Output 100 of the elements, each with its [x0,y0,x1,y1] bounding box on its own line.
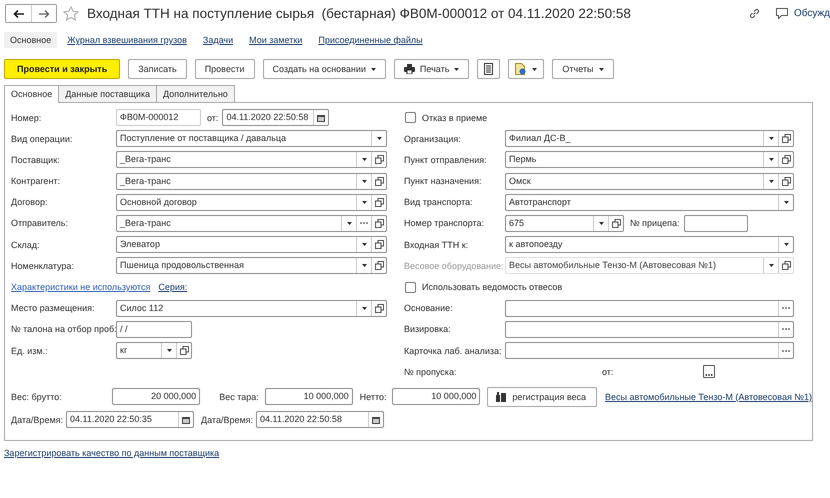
section-link[interactable]: Основное [4,32,58,48]
dropdown-field[interactable]: 675 [505,214,624,232]
open-window-icon[interactable] [374,155,384,164]
caret-icon[interactable] [768,158,774,162]
caret-icon[interactable] [598,222,604,225]
toolbar-button[interactable]: Провести [194,59,255,79]
calendar-icon[interactable] [372,416,380,424]
dropdown-field[interactable]: Пермь [505,151,794,168]
caret-icon[interactable] [362,158,366,162]
date-field[interactable]: 04.11.2020 22:50:58 [222,109,330,126]
caret-icon[interactable] [362,180,366,183]
caret-icon[interactable] [768,137,774,140]
caret-icon[interactable] [362,243,366,246]
caret-icon[interactable] [166,349,172,352]
link[interactable]: Характеристики не используются [11,282,150,292]
input-field[interactable] [684,214,748,232]
field-label: № пропуска: [404,366,458,377]
caret-icon[interactable] [346,222,352,225]
input-field[interactable]: 10 000,000 [392,388,480,406]
tab[interactable]: Основное [4,85,60,103]
checkbox-label: Использовать ведомость отвесов [422,282,562,292]
date-field[interactable]: 04.11.2020 22:50:35 [66,411,194,428]
input-field[interactable] [505,300,794,317]
tab[interactable]: Данные поставщика [58,85,158,102]
checkbox[interactable] [405,282,416,292]
dropdown-field[interactable]: к автопоезду [505,236,794,254]
input-field[interactable]: 20 000,000 [112,388,200,406]
more-icon[interactable] [782,307,790,310]
open-window-icon[interactable] [782,155,790,164]
star-icon[interactable] [63,6,79,21]
list-button[interactable] [477,59,500,79]
caret-icon[interactable] [376,137,382,140]
field-label: Отправитель: [11,218,69,228]
dropdown-field[interactable]: Автотранспорт [505,194,794,211]
open-window-icon[interactable] [374,261,384,270]
input-field[interactable] [505,320,794,338]
input-field[interactable]: 10 000,000 [264,388,353,406]
print-button[interactable]: Печать [394,59,470,79]
caret-icon[interactable] [362,264,366,268]
dropdown-field[interactable]: Основной договор [116,194,387,211]
field-label: Вес тара: [219,392,259,402]
caret-icon[interactable] [784,200,788,204]
section-link[interactable]: Присоединенные файлы [312,32,429,48]
calendar-icon[interactable] [317,114,326,122]
forward-button[interactable] [31,5,56,22]
caret-icon[interactable] [362,200,366,204]
more-icon[interactable] [360,222,368,224]
document-menu-button[interactable] [508,59,544,79]
tab[interactable]: Дополнительно [156,85,235,102]
arrow-left-icon [13,10,24,18]
dropdown-field[interactable]: Элеватор [116,236,387,254]
dropdown-field[interactable]: Филиал ДС-В_ [505,130,794,148]
open-window-icon[interactable] [180,346,188,356]
field-label: Нетто: [360,392,386,402]
dropdown-field[interactable]: кг [116,342,192,360]
link-icon[interactable] [748,8,760,19]
open-window-icon[interactable] [374,218,384,228]
dropdown-field[interactable]: _Вега-транс [116,214,387,232]
open-window-icon[interactable] [782,176,790,186]
open-window-icon[interactable] [374,240,384,250]
field-label: от: [602,366,614,377]
dropdown-field[interactable]: Омск [505,172,794,190]
select-icon[interactable] [703,365,716,378]
link[interactable]: Серия: [158,282,188,292]
input-field[interactable]: ФВ0М-000012 [116,109,201,126]
open-window-icon[interactable] [374,176,384,186]
open-window-icon[interactable] [374,304,384,313]
toolbar-button[interactable]: Записать [128,59,187,79]
register-quality-link[interactable]: Зарегистрировать качество по данным поставщика [4,448,220,458]
dropdown-field[interactable]: Силос 112 [116,300,387,317]
checkbox[interactable] [405,112,416,123]
post-and-close-button[interactable]: Провести и закрыть [4,59,120,79]
more-icon[interactable] [782,350,790,352]
dropdown-field[interactable]: _Вега-транс [116,172,387,190]
dropdown-field[interactable]: Поступление от поставщика / давальца [116,130,387,148]
section-link[interactable]: Мои заметки [243,32,308,48]
dropdown-field[interactable]: Пшеница продовольственная [116,257,387,274]
weigh-button[interactable]: регистрация веса [487,386,598,407]
scales-link[interactable]: Весы автомобильные Тензо-М (Автовесовая №1) [605,392,812,402]
input-field[interactable]: / / [116,320,192,338]
caret-icon[interactable] [784,243,788,246]
dropdown-field[interactable]: _Вега-транс [116,151,387,168]
caret-icon [598,68,604,70]
calendar-icon[interactable] [182,416,190,424]
discussion-link[interactable]: Обсужд [776,8,830,19]
more-icon[interactable] [782,328,790,330]
section-link[interactable]: Журнал взвешивания грузов [61,32,193,48]
caret-icon[interactable] [768,180,774,183]
field-label: Карточка лаб. анализа: [404,346,503,356]
open-window-icon[interactable] [374,198,384,207]
field-label: Договор: [11,197,48,208]
input-field[interactable] [505,342,794,360]
date-field[interactable]: 04.11.2020 22:50:58 [256,411,384,428]
caret-icon[interactable] [362,306,366,310]
menu-button[interactable]: Отчеты [552,59,614,79]
list-icon [484,63,494,75]
open-window-icon[interactable] [612,218,620,228]
open-window-icon[interactable] [782,134,790,144]
menu-button[interactable]: Создать на основании [262,59,386,79]
section-link[interactable]: Задачи [196,32,240,48]
